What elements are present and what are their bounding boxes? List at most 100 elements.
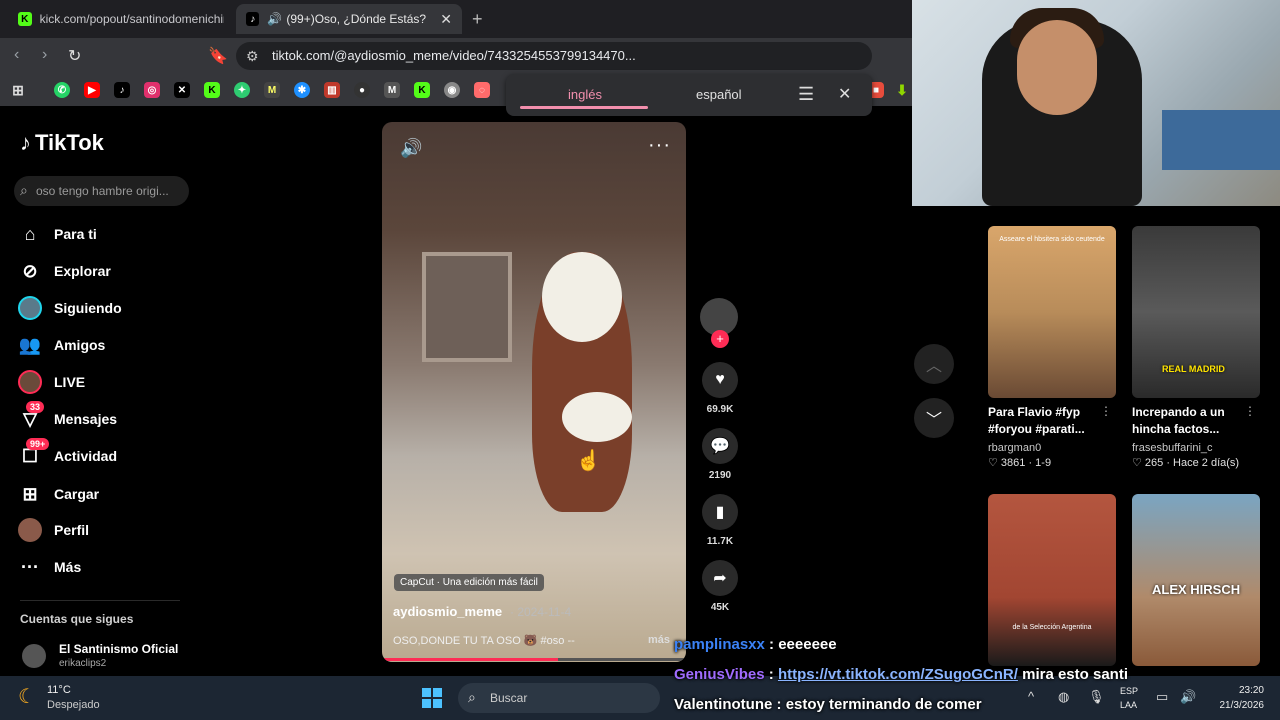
comment-icon[interactable]: 💬 <box>702 428 738 464</box>
red-app-icon[interactable]: ◌ <box>474 82 490 98</box>
tiktok-logo[interactable]: ♪ TikTok <box>20 130 104 156</box>
gmail-2-icon[interactable]: M <box>384 82 400 98</box>
weather-moon-icon[interactable]: ☾ <box>18 684 36 709</box>
video-date: · 2024-11-4 <box>510 605 572 619</box>
url-text[interactable]: tiktok.com/@aydiosmio_meme/video/7433254… <box>272 48 636 63</box>
kick-bookmark-icon[interactable]: K <box>204 82 220 98</box>
rec-thumbnail[interactable]: REAL MADRID <box>1132 226 1260 398</box>
gmail-icon[interactable]: M <box>264 82 280 98</box>
bookmark-icon[interactable]: 🔖 <box>208 46 228 66</box>
share-action[interactable]: ➦ 45K <box>700 560 740 613</box>
nav-para-ti[interactable]: ⌂ Para ti <box>18 220 97 248</box>
reload-icon[interactable]: ↻ <box>68 46 81 66</box>
rec-user[interactable]: frasesbuffarini_c <box>1132 442 1260 454</box>
clock-date[interactable]: 21/3/2026 <box>1200 700 1265 711</box>
close-icon[interactable]: ✕ <box>838 84 851 104</box>
share-arrow-icon[interactable]: ➦ <box>702 560 738 596</box>
github-icon[interactable]: ● <box>354 82 370 98</box>
video-player[interactable]: 🔊 ··· CapCut · Una edición más fácil ayd… <box>382 122 686 662</box>
green-app-icon[interactable]: ✦ <box>234 82 250 98</box>
rec-more-icon[interactable]: ⋮ <box>1100 404 1112 418</box>
nav-mensajes[interactable]: ▽ 33 Mensajes <box>18 401 117 433</box>
taskbar-search[interactable]: ⌕ Buscar <box>458 683 660 713</box>
rec-title[interactable]: Increpando a un hincha factos... <box>1132 404 1250 438</box>
rec-title[interactable]: Para Flavio #fyp #foryou #parati... <box>988 404 1106 438</box>
rec-card[interactable]: Asseare el hbsitera sido ceutende Para F… <box>988 226 1116 469</box>
nav-cargar[interactable]: ⊞ Cargar <box>18 480 99 508</box>
heart-icon[interactable]: ♥ <box>702 362 738 398</box>
webcam-face <box>1017 20 1097 115</box>
chat-link[interactable]: https://vt.tiktok.com/ZSugoGCnR/ <box>778 666 1018 683</box>
layout-indicator[interactable]: LAA <box>1120 700 1137 710</box>
translate-source-tab[interactable]: inglés <box>568 87 602 102</box>
video-author[interactable]: aydiosmio_meme <box>393 604 502 619</box>
nav-label: Perfil <box>54 522 90 538</box>
clock-time[interactable]: 23:20 <box>1210 685 1264 696</box>
nav-siguiendo[interactable]: Siguiendo <box>18 294 122 322</box>
forward-icon[interactable]: › <box>42 46 47 64</box>
previous-video-button[interactable]: ︿ <box>914 344 954 384</box>
tab-tiktok[interactable]: ♪ 🔊 (99+)Oso, ¿Dónde Estás? - Co ✕ <box>236 4 462 34</box>
tray-chevron-icon[interactable]: ^ <box>1028 689 1034 704</box>
tab-label: kick.com/popout/santinodomenichin <box>39 12 224 26</box>
chart-app-icon[interactable]: ▥ <box>324 82 340 98</box>
rec-thumbnail[interactable]: Asseare el hbsitera sido ceutende <box>988 226 1116 398</box>
kick-2-icon[interactable]: K <box>414 82 430 98</box>
nav-live[interactable]: LIVE <box>18 368 85 396</box>
microphone-icon[interactable]: 🎙 <box>1088 689 1105 705</box>
language-indicator[interactable]: ESP <box>1120 686 1138 696</box>
instagram-icon[interactable]: ◎ <box>144 82 160 98</box>
search-input[interactable] <box>36 181 186 201</box>
next-video-button[interactable]: ﹀ <box>914 398 954 438</box>
translate-target-tab[interactable]: español <box>696 87 742 102</box>
volume-tray-icon[interactable]: 🔊 <box>1180 689 1196 705</box>
rec-user[interactable]: rbargman0 <box>988 442 1116 454</box>
progress-fill <box>382 658 559 661</box>
like-action[interactable]: ♥ 69.9K <box>700 362 740 415</box>
start-button[interactable] <box>422 688 442 708</box>
nav-mas[interactable]: ··· Más <box>18 553 81 581</box>
blue-app-icon[interactable]: ✱ <box>294 82 310 98</box>
x-icon[interactable]: ✕ <box>174 82 190 98</box>
rec-card[interactable]: de la Selección Argentina <box>988 494 1116 666</box>
nav-label: Amigos <box>54 337 106 353</box>
new-tab-button[interactable]: + <box>472 9 483 30</box>
search-box[interactable]: ⌕ <box>14 176 189 206</box>
tray-app-icon[interactable]: ◍ <box>1058 689 1069 705</box>
rec-thumbnail[interactable]: ALEX HIRSCH <box>1132 494 1260 666</box>
browser-toolbar: ‹ › ↻ 🔖 ⚙ tiktok.com/@aydiosmio_meme/vid… <box>0 38 912 102</box>
save-action[interactable]: ▮ 11.7K <box>700 494 740 547</box>
circle-app-icon[interactable]: ◉ <box>444 82 460 98</box>
nav-actividad[interactable]: ☐ 99+ Actividad <box>18 438 117 470</box>
rec-thumbnail[interactable]: de la Selección Argentina <box>988 494 1116 666</box>
rec-card[interactable]: ALEX HIRSCH <box>1132 494 1260 666</box>
rec-more-icon[interactable]: ⋮ <box>1244 404 1256 418</box>
back-icon[interactable]: ‹ <box>14 46 19 64</box>
menu-icon[interactable]: ☰ <box>798 84 814 105</box>
close-tab-icon[interactable]: ✕ <box>440 11 452 28</box>
tiktok-bookmark-icon[interactable]: ♪ <box>114 82 130 98</box>
more-options-icon[interactable]: ··· <box>648 134 671 157</box>
rec-card[interactable]: REAL MADRID Increpando a un hincha facto… <box>1132 226 1260 469</box>
nav-amigos[interactable]: 👥 Amigos <box>18 331 106 359</box>
download-icon[interactable]: ⬇ <box>894 82 910 98</box>
weather-temperature[interactable]: 11°C <box>47 684 71 696</box>
site-settings-icon[interactable]: ⚙ <box>246 48 259 65</box>
whatsapp-icon[interactable]: ✆ <box>54 82 70 98</box>
nav-perfil[interactable]: Perfil <box>18 516 89 544</box>
nav-explorar[interactable]: ⊘ Explorar <box>18 257 110 285</box>
capcut-badge[interactable]: CapCut · Una edición más fácil <box>394 574 544 591</box>
apps-grid-icon[interactable]: ⊞ <box>10 82 26 98</box>
weather-condition[interactable]: Despejado <box>47 699 100 711</box>
address-bar[interactable]: ⚙ tiktok.com/@aydiosmio_meme/video/74332… <box>236 42 872 70</box>
tab-kick[interactable]: K kick.com/popout/santinodomenichin <box>8 4 234 34</box>
follow-plus-button[interactable]: + <box>711 330 729 348</box>
volume-icon[interactable]: 🔊 <box>400 138 422 159</box>
thumbnail-tag: REAL MADRID <box>1162 364 1225 374</box>
caption-more-link[interactable]: más <box>648 634 670 646</box>
video-progress-bar[interactable] <box>382 658 686 661</box>
network-icon[interactable]: ▭ <box>1156 689 1168 705</box>
bookmark-save-icon[interactable]: ▮ <box>702 494 738 530</box>
youtube-icon[interactable]: ▶ <box>84 82 100 98</box>
comment-action[interactable]: 💬 2190 <box>700 428 740 481</box>
